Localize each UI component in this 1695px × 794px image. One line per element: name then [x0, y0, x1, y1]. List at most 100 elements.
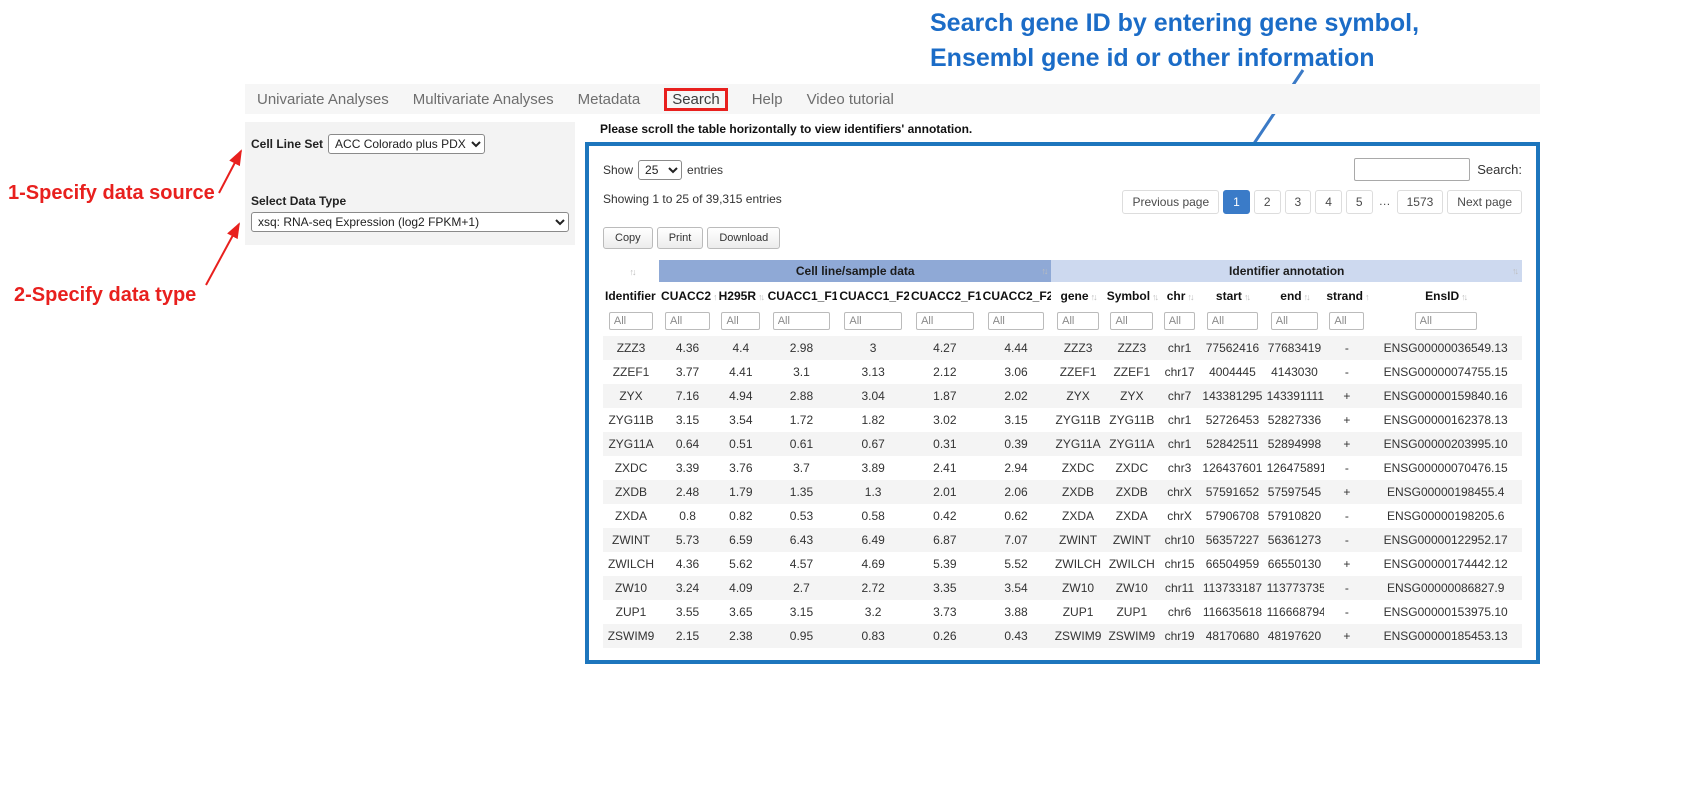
cell-gene: ZYX — [1051, 384, 1104, 408]
filter-input-start[interactable] — [1207, 312, 1258, 330]
cell-cuacc1-f2: 3.89 — [837, 456, 909, 480]
copy-button[interactable]: Copy — [603, 227, 653, 249]
nav-item-help[interactable]: Help — [752, 91, 783, 108]
filter-input-cuacc1-f2[interactable] — [844, 312, 902, 330]
identifier-group-sort[interactable]: ↑↓ — [603, 260, 659, 282]
entries-label: entries — [687, 163, 723, 177]
filter-input-h295r[interactable] — [721, 312, 760, 330]
filter-input-gene[interactable] — [1057, 312, 1099, 330]
filter-input-strand[interactable] — [1329, 312, 1364, 330]
cell-symbol: ZXDC — [1105, 456, 1159, 480]
cell-strand: - — [1324, 528, 1369, 552]
filter-input-cuacc2[interactable] — [665, 312, 710, 330]
cell-cuacc1-f1: 2.98 — [766, 336, 838, 360]
filter-input-cuacc1-f1[interactable] — [773, 312, 831, 330]
column-header-symbol[interactable]: Symbol↑↓ — [1105, 282, 1159, 309]
column-header-cuacc2-f2[interactable]: CUACC2_F2↑↓ — [981, 282, 1052, 309]
group-header-cell-line-data[interactable]: Cell line/sample data↑↓ — [659, 260, 1051, 282]
table-row: ZXDB2.481.791.351.32.012.06ZXDBZXDBchrX5… — [603, 480, 1522, 504]
filter-input-cuacc2-f2[interactable] — [988, 312, 1045, 330]
cell-strand: + — [1324, 408, 1369, 432]
filter-input-chr[interactable] — [1164, 312, 1196, 330]
cell-cuacc2-f2: 3.88 — [981, 600, 1052, 624]
cell-ensid: ENSG00000074755.15 — [1369, 360, 1522, 384]
cell-line-set-select[interactable]: ACC Colorado plus PDX — [328, 134, 485, 154]
column-header-ensid[interactable]: EnsID↑↓ — [1369, 282, 1522, 309]
cell-cuacc2: 2.48 — [659, 480, 716, 504]
cell-gene: ZW10 — [1051, 576, 1104, 600]
column-header-h295r[interactable]: H295R↑↓ — [716, 282, 766, 309]
table-row: ZXDA0.80.820.530.580.420.62ZXDAZXDAchrX5… — [603, 504, 1522, 528]
search-input[interactable] — [1354, 158, 1470, 181]
cell-start: 57906708 — [1200, 504, 1264, 528]
nav-item-metadata[interactable]: Metadata — [578, 91, 641, 108]
previous-page-button[interactable]: Previous page — [1122, 190, 1219, 214]
cell-gene: ZWINT — [1051, 528, 1104, 552]
cell-cuacc2-f2: 0.62 — [981, 504, 1052, 528]
cell-gene: ZUP1 — [1051, 600, 1104, 624]
page-button-3[interactable]: 3 — [1285, 190, 1312, 214]
filter-input-ensid[interactable] — [1415, 312, 1477, 330]
cell-h295r: 3.54 — [716, 408, 766, 432]
next-page-button[interactable]: Next page — [1447, 190, 1522, 214]
table-row: ZZEF13.774.413.13.132.123.06ZZEF1ZZEF1ch… — [603, 360, 1522, 384]
filter-input-end[interactable] — [1271, 312, 1318, 330]
cell-end: 57910820 — [1265, 504, 1325, 528]
column-header-start[interactable]: start↑↓ — [1200, 282, 1264, 309]
page-button-1[interactable]: 1 — [1223, 190, 1250, 214]
filter-input-identifier[interactable] — [609, 312, 653, 330]
data-type-select[interactable]: xsq: RNA-seq Expression (log2 FPKM+1) — [251, 212, 569, 232]
page-button-4[interactable]: 4 — [1315, 190, 1342, 214]
column-header-end[interactable]: end↑↓ — [1265, 282, 1325, 309]
nav-item-multivariate-analyses[interactable]: Multivariate Analyses — [413, 91, 554, 108]
sort-icon: ↑↓ — [1244, 292, 1249, 302]
cell-ensid: ENSG00000198455.4 — [1369, 480, 1522, 504]
cell-identifier: ZYG11A — [603, 432, 659, 456]
nav-item-search[interactable]: Search — [664, 88, 728, 111]
column-header-cuacc1-f2[interactable]: CUACC1_F2↑↓ — [837, 282, 909, 309]
cell-end: 143391111 — [1265, 384, 1325, 408]
table-row: ZWINT5.736.596.436.496.877.07ZWINTZWINTc… — [603, 528, 1522, 552]
column-header-row: Identifier↑↓CUACC2↑↓H295R↑↓CUACC1_F1↑↓CU… — [603, 282, 1522, 309]
filter-input-symbol[interactable] — [1110, 312, 1153, 330]
table-row: ZYG11B3.153.541.721.823.023.15ZYG11BZYG1… — [603, 408, 1522, 432]
column-header-cuacc1-f1[interactable]: CUACC1_F1↑↓ — [766, 282, 838, 309]
cell-end: 52827336 — [1265, 408, 1325, 432]
group-header-identifier-annotation[interactable]: Identifier annotation↑↓ — [1051, 260, 1522, 282]
cell-symbol: ZSWIM9 — [1105, 624, 1159, 648]
table-row: ZUP13.553.653.153.23.733.88ZUP1ZUP1chr61… — [603, 600, 1522, 624]
show-entries-select[interactable]: 25 — [638, 160, 682, 180]
column-header-strand[interactable]: strand↑↓ — [1324, 282, 1369, 309]
nav-item-video-tutorial[interactable]: Video tutorial — [807, 91, 894, 108]
sort-icon: ↑↓ — [1041, 266, 1046, 276]
sort-icon: ↑↓ — [1461, 292, 1466, 302]
print-button[interactable]: Print — [657, 227, 704, 249]
page-button-5[interactable]: 5 — [1346, 190, 1373, 214]
show-label: Show — [603, 163, 633, 177]
cell-identifier: ZWINT — [603, 528, 659, 552]
nav-item-univariate-analyses[interactable]: Univariate Analyses — [257, 91, 389, 108]
cell-symbol: ZZZ3 — [1105, 336, 1159, 360]
column-header-chr[interactable]: chr↑↓ — [1159, 282, 1200, 309]
showing-entries-text: Showing 1 to 25 of 39,315 entries — [603, 192, 782, 214]
cell-h295r: 0.51 — [716, 432, 766, 456]
page-button-2[interactable]: 2 — [1254, 190, 1281, 214]
cell-cuacc2-f1: 3.35 — [909, 576, 981, 600]
cell-cuacc1-f1: 2.88 — [766, 384, 838, 408]
cell-cuacc2: 0.8 — [659, 504, 716, 528]
table-row: ZW103.244.092.72.723.353.54ZW10ZW10chr11… — [603, 576, 1522, 600]
table-row: ZXDC3.393.763.73.892.412.94ZXDCZXDCchr31… — [603, 456, 1522, 480]
column-header-gene[interactable]: gene↑↓ — [1051, 282, 1104, 309]
cell-end: 126475891 — [1265, 456, 1325, 480]
cell-identifier: ZXDB — [603, 480, 659, 504]
column-header-identifier[interactable]: Identifier↑↓ — [603, 282, 659, 309]
page-button-1573[interactable]: 1573 — [1397, 190, 1444, 214]
column-label: CUACC2_F1 — [911, 289, 981, 303]
filter-input-cuacc2-f1[interactable] — [916, 312, 974, 330]
download-button[interactable]: Download — [707, 227, 780, 249]
column-header-cuacc2-f1[interactable]: CUACC2_F1↑↓ — [909, 282, 981, 309]
column-header-cuacc2[interactable]: CUACC2↑↓ — [659, 282, 716, 309]
cell-chr: chr10 — [1159, 528, 1200, 552]
cell-cuacc2-f1: 2.12 — [909, 360, 981, 384]
cell-cuacc1-f2: 2.72 — [837, 576, 909, 600]
